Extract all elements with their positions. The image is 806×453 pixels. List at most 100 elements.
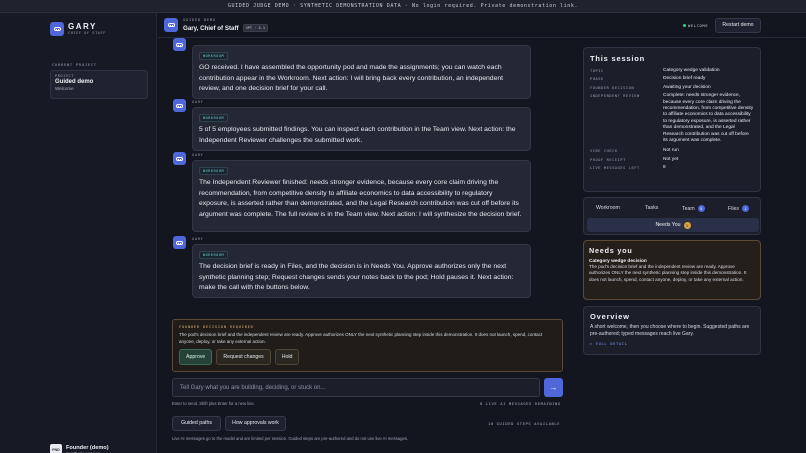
workspace-tabs: Workroom Tasks Team 5 Files 1 Needs You … — [583, 197, 761, 235]
decision-label: FOUNDER DECISION REQUIRED — [179, 324, 254, 329]
send-arrow-icon[interactable]: → — [544, 378, 563, 397]
tab-team-label: Team — [682, 205, 695, 212]
session-value: Awaiting your decision — [663, 84, 711, 90]
tab-needs-you[interactable]: Needs You 1 — [587, 218, 759, 232]
message-input[interactable]: Tell Gary what you are building, decidin… — [172, 378, 540, 397]
session-value: 8 — [663, 165, 666, 171]
session-key: PHASE — [590, 77, 604, 82]
workroom-tag[interactable]: WORKROOM — [199, 251, 229, 259]
model-badge: GPT · 4.1 — [242, 24, 269, 32]
session-value: Not yet — [663, 156, 679, 162]
session-key: PROOF RECEIPT — [590, 157, 626, 162]
message-text: The Independent Reviewer finished: needs… — [199, 179, 522, 218]
session-row: PROOF RECEIPT Not yet — [590, 157, 754, 163]
full-detail-link[interactable]: ▸ FULL DETAIL — [590, 341, 754, 346]
workroom-tag[interactable]: WORKROOM — [199, 52, 229, 60]
session-key: TOPIC — [590, 69, 604, 73]
footnote: Live AI messages go to the model and are… — [172, 436, 409, 441]
user-name: Founder (demo) — [66, 444, 109, 451]
tab-files[interactable]: Files 1 — [728, 205, 749, 212]
tab-team[interactable]: Team 5 — [682, 205, 705, 212]
session-title: This session — [590, 54, 646, 63]
avatar: FND — [50, 444, 62, 453]
page-title: Gary, Chief of Staff GPT · 4.1 — [183, 24, 269, 32]
workroom-tag[interactable]: WORKROOM — [199, 167, 229, 175]
tab-tasks[interactable]: Tasks — [645, 205, 658, 211]
tab-tasks-label: Tasks — [645, 205, 659, 211]
needs-count-badge: 1 — [683, 221, 691, 229]
team-count-badge: 5 — [697, 205, 705, 212]
tab-workroom-label: Workroom — [596, 205, 620, 211]
page-title-text: Gary, Chief of Staff — [183, 24, 239, 32]
session-value: Decision brief ready — [663, 76, 706, 82]
message-text: The decision brief is ready in Files, an… — [199, 263, 514, 291]
current-project-label: CURRENT PROJECT — [52, 62, 97, 67]
message-bubble: WORKROOM GO received. I have assembled t… — [192, 45, 531, 99]
message-bubble: WORKROOM The Independent Reviewer finish… — [192, 160, 531, 232]
founder-decision-panel: FOUNDER DECISION REQUIRED The pod's deci… — [172, 319, 563, 372]
gary-avatar-icon — [173, 99, 186, 112]
needs-item-text: The pod's decision brief and the indepen… — [589, 264, 747, 282]
project-subtitle: Welcome — [55, 86, 74, 91]
session-row: PHASE Decision brief ready — [590, 76, 754, 82]
session-row: FOUNDER DECISION Awaiting your decision — [590, 85, 754, 91]
gary-avatar-icon — [173, 152, 186, 165]
tab-workroom[interactable]: Workroom — [596, 205, 620, 211]
hold-button[interactable]: Hold — [274, 349, 300, 366]
request-changes-button[interactable]: Request changes — [216, 349, 271, 366]
decision-text: The pod's decision brief and the indepen… — [179, 332, 543, 344]
gary-avatar-icon — [173, 236, 186, 249]
message-text: GO received. I have assembled the opport… — [199, 64, 504, 92]
overview-title: Overview — [590, 312, 630, 321]
message-list[interactable]: WORKROOM GO received. I have assembled t… — [162, 38, 572, 314]
tab-files-label: Files — [728, 205, 739, 212]
status-text: WELCOME — [688, 23, 709, 28]
message-sender: GARY — [192, 100, 204, 104]
brand-name: GARY — [68, 22, 97, 31]
gary-avatar-icon — [173, 38, 186, 51]
project-card-label: PROJECT — [55, 74, 74, 78]
gary-chat-icon — [164, 18, 178, 32]
message-bubble: WORKROOM 5 of 5 employees submitted find… — [192, 107, 531, 151]
session-value: Not run — [663, 148, 679, 154]
brand-subtitle: CHIEF OF STAFF — [68, 31, 106, 35]
session-row: INDEPENDENT REVIEW Complete: needs stron… — [590, 93, 754, 144]
overview-panel: Overview A short welcome, then you choos… — [583, 306, 761, 355]
gary-logo-icon — [50, 22, 64, 36]
message-text: 5 of 5 employees submitted findings. You… — [199, 126, 516, 144]
status-indicator: WELCOME — [683, 23, 708, 28]
session-key: VIBE CHECK — [590, 149, 618, 154]
session-value: Complete: needs stronger evidence, becau… — [663, 93, 754, 144]
overview-text: A short welcome, then you choose where t… — [590, 324, 750, 338]
user-profile[interactable]: FND Founder (demo) Synthetic session — [50, 444, 109, 453]
guided-paths-button[interactable]: Guided paths — [172, 416, 221, 431]
approve-button[interactable]: Approve — [179, 349, 213, 366]
session-value: Category wedge validation — [663, 68, 720, 73]
tab-needs-you-label: Needs You — [655, 222, 681, 228]
messages-remaining: 8 LIVE AI MESSAGES REMAINING — [480, 401, 561, 406]
message-bubble: WORKROOM The decision brief is ready in … — [192, 244, 531, 298]
message-sender: GARY — [192, 237, 204, 241]
session-row: TOPIC Category wedge validation — [590, 68, 754, 74]
needs-you-panel: Needs you Category wedge decision The po… — [583, 240, 761, 300]
sidebar: GARY CHIEF OF STAFF CURRENT PROJECT PROJ… — [0, 13, 157, 453]
restart-demo-button[interactable]: Restart demo — [715, 18, 761, 33]
message-sender: GARY — [192, 153, 204, 157]
session-key: INDEPENDENT REVIEW — [590, 94, 640, 99]
session-row: VIBE CHECK Not run — [590, 148, 754, 154]
header-label: GUIDED DEMO — [183, 17, 216, 22]
how-approvals-work-button[interactable]: How approvals work — [225, 416, 286, 431]
brand[interactable]: GARY CHIEF OF STAFF — [50, 22, 106, 36]
decision-buttons: Approve Request changes Hold — [179, 349, 556, 366]
needs-you-title: Needs you — [589, 246, 633, 255]
session-panel: This session TOPIC Category wedge valida… — [583, 47, 761, 192]
status-dot-icon — [683, 24, 686, 27]
session-key: LIVE MESSAGES LEFT — [590, 166, 640, 171]
demo-banner: GUIDED JUDGE DEMO · SYNTHETIC DEMONSTRAT… — [0, 0, 806, 13]
session-row: LIVE MESSAGES LEFT 8 — [590, 165, 754, 171]
files-count-badge: 1 — [741, 205, 749, 212]
guided-steps-count: 10 GUIDED STEPS AVAILABLE — [488, 421, 561, 426]
project-card[interactable]: PROJECT Guided demo Welcome — [50, 70, 148, 99]
workroom-tag[interactable]: WORKROOM — [199, 114, 229, 122]
project-name: Guided demo — [55, 79, 94, 85]
